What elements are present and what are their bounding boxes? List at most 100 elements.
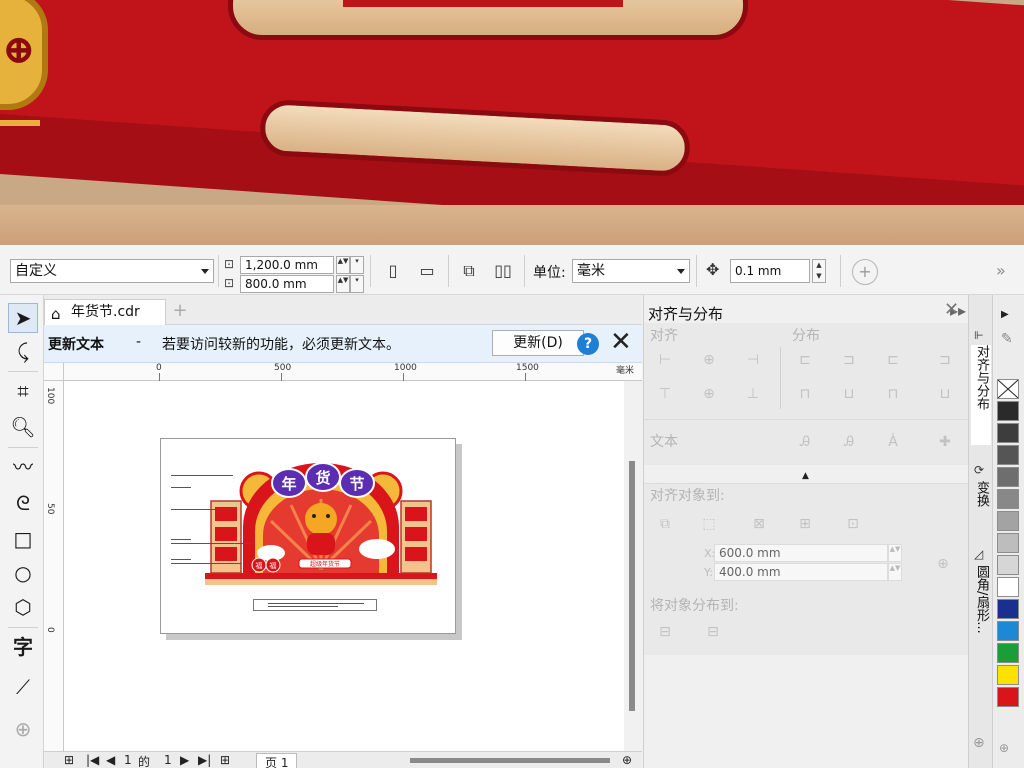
shape-tool-icon[interactable]: ⤹ <box>8 337 38 367</box>
page-edge-icon[interactable]: ⬚ <box>698 513 720 535</box>
text-bounding-box-icon[interactable]: Ȧ <box>882 431 904 453</box>
add-page-after-icon[interactable]: ⊞ <box>220 753 230 767</box>
grid-icon[interactable]: ⊞ <box>794 513 816 535</box>
align-center-v-icon[interactable]: ⊕ <box>698 383 720 405</box>
vertical-ruler[interactable]: 100 50 0 <box>44 381 64 751</box>
palette-add-icon[interactable]: ⊕ <box>999 741 1009 755</box>
tab-align-distribute[interactable]: 对齐与分布 <box>971 345 991 445</box>
help-icon[interactable]: ? <box>577 333 599 355</box>
color-swatch[interactable] <box>997 511 1019 531</box>
zoom-fit-icon[interactable]: ⊕ <box>622 753 632 767</box>
vertical-scroll-thumb[interactable] <box>629 461 635 711</box>
add-tool-icon[interactable]: ⊕ <box>8 715 38 745</box>
color-swatch[interactable] <box>997 423 1019 443</box>
horizontal-ruler[interactable]: 0 500 1000 1500 毫米 <box>64 363 642 381</box>
text-first-baseline-icon[interactable]: Ꭿ <box>794 431 816 453</box>
color-swatch[interactable] <box>997 665 1019 685</box>
align-bottom-icon[interactable]: ⊥ <box>742 383 764 405</box>
first-page-icon[interactable]: |◀ <box>86 753 99 767</box>
booth-drawing[interactable]: 年 货 节 福 福 超级年货节 <box>201 461 441 586</box>
y-spinner[interactable]: ▲▼ <box>888 563 902 581</box>
page-height-spinner[interactable]: ▲▼ <box>336 275 350 293</box>
freehand-tool-icon[interactable]: 〰 <box>8 453 38 483</box>
distribute-extent-icon[interactable]: ⊟ <box>654 621 676 643</box>
pick-point-icon[interactable]: ⊕ <box>932 553 954 575</box>
crop-tool-icon[interactable]: ⌗ <box>8 377 38 407</box>
tab-transform[interactable]: 变换 <box>971 481 991 529</box>
update-text-button[interactable]: 更新(D) <box>492 330 584 356</box>
distribute-bottom-icon[interactable]: ⊓ <box>882 383 904 405</box>
drawing-canvas[interactable]: 年 货 节 福 福 超级年货节 <box>64 381 624 751</box>
next-page-icon[interactable]: ▶ <box>180 753 189 767</box>
current-page-icon[interactable]: ▯▯ <box>490 259 516 285</box>
page-center-icon[interactable]: ⊠ <box>748 513 770 535</box>
add-docker-icon[interactable]: ⊕ <box>973 735 985 751</box>
specified-point-icon[interactable]: ⊡ <box>842 513 864 535</box>
color-swatch[interactable] <box>997 621 1019 641</box>
ellipse-tool-icon[interactable]: ○ <box>8 559 38 589</box>
all-pages-icon[interactable]: ⧉ <box>456 259 482 285</box>
prev-page-icon[interactable]: ◀ <box>106 753 115 767</box>
paper-preset-dropdown[interactable]: 自定义 <box>10 259 214 283</box>
close-icon[interactable]: ✕ <box>944 299 959 320</box>
align-right-icon[interactable]: ⊣ <box>742 349 764 371</box>
color-swatch[interactable] <box>997 555 1019 575</box>
distribute-right-icon[interactable]: ⊏ <box>882 349 904 371</box>
page-tab[interactable]: 页 1 <box>256 753 298 768</box>
color-swatch[interactable] <box>997 401 1019 421</box>
toolbar-overflow-icon[interactable]: » <box>996 261 1006 280</box>
page-width-spinner[interactable]: ▲▼ <box>336 256 350 274</box>
page-height-step[interactable]: ▾ <box>350 275 364 293</box>
pick-tool-icon[interactable]: ➤ <box>8 303 38 333</box>
connector-tool-icon[interactable]: ⟋ <box>8 673 38 703</box>
ruler-origin[interactable] <box>44 363 64 381</box>
distribute-center-v-icon[interactable]: ⊔ <box>838 383 860 405</box>
distribute-left-icon[interactable]: ⊏ <box>794 349 816 371</box>
horizontal-scrollbar[interactable] <box>410 758 610 763</box>
active-objects-icon[interactable]: ⧉ <box>654 513 676 535</box>
color-swatch[interactable] <box>997 467 1019 487</box>
distribute-spacing-v-icon[interactable]: ⊔ <box>934 383 956 405</box>
landscape-orientation-icon[interactable]: ▭ <box>414 259 440 285</box>
expand-arrow-icon[interactable]: ▲ <box>802 471 809 481</box>
portrait-orientation-icon[interactable]: ▯ <box>380 259 406 285</box>
rectangle-tool-icon[interactable]: □ <box>8 525 38 555</box>
color-swatch[interactable] <box>997 489 1019 509</box>
text-last-baseline-icon[interactable]: Ꭿ <box>838 431 860 453</box>
distribute-center-h-icon[interactable]: ⊐ <box>838 349 860 371</box>
units-dropdown[interactable]: 毫米 <box>572 259 690 283</box>
page-width-step[interactable]: ▾ <box>350 256 364 274</box>
color-swatch[interactable] <box>997 577 1019 597</box>
y-position-input[interactable]: 400.0 mm <box>714 563 888 581</box>
align-center-h-icon[interactable]: ⊕ <box>698 349 720 371</box>
add-page-icon[interactable]: ⊞ <box>64 753 74 767</box>
distribute-top-icon[interactable]: ⊓ <box>794 383 816 405</box>
color-swatch[interactable] <box>997 687 1019 707</box>
artistic-media-tool-icon[interactable]: ᘓ <box>8 489 38 519</box>
eyedropper-icon[interactable]: ✎ <box>1001 331 1013 347</box>
align-left-icon[interactable]: ⊢ <box>654 349 676 371</box>
tab-fillet-scallop[interactable]: 圆角/扇形... <box>971 565 991 675</box>
text-tool-icon[interactable]: 字 <box>8 633 38 663</box>
vertical-scrollbar[interactable] <box>624 381 642 751</box>
palette-scroll-up-icon[interactable]: ▶ <box>1001 309 1009 320</box>
new-tab-button[interactable]: + <box>170 301 190 323</box>
distribute-spacing-h-icon[interactable]: ⊐ <box>934 349 956 371</box>
last-page-icon[interactable]: ▶| <box>198 753 211 767</box>
color-swatch[interactable] <box>997 533 1019 553</box>
zoom-tool-icon[interactable]: 🔍︎ <box>8 413 38 443</box>
nudge-distance-input[interactable]: 0.1 mm <box>730 259 810 283</box>
x-spinner[interactable]: ▲▼ <box>888 544 902 562</box>
close-icon[interactable]: ✕ <box>610 327 632 357</box>
page-width-input[interactable]: 1,200.0 mm <box>240 256 334 274</box>
color-swatch[interactable] <box>997 445 1019 465</box>
document-tab[interactable]: ⌂ 年货节.cdr <box>44 299 166 325</box>
text-outline-icon[interactable]: ✚ <box>934 431 956 453</box>
nudge-spinner[interactable]: ▲ ▼ <box>812 259 826 283</box>
document-page[interactable]: 年 货 节 福 福 超级年货节 <box>160 438 456 634</box>
add-preset-icon[interactable]: + <box>852 259 878 285</box>
color-swatch[interactable] <box>997 643 1019 663</box>
color-swatch[interactable] <box>997 599 1019 619</box>
align-top-icon[interactable]: ⊤ <box>654 383 676 405</box>
page-height-input[interactable]: 800.0 mm <box>240 275 334 293</box>
